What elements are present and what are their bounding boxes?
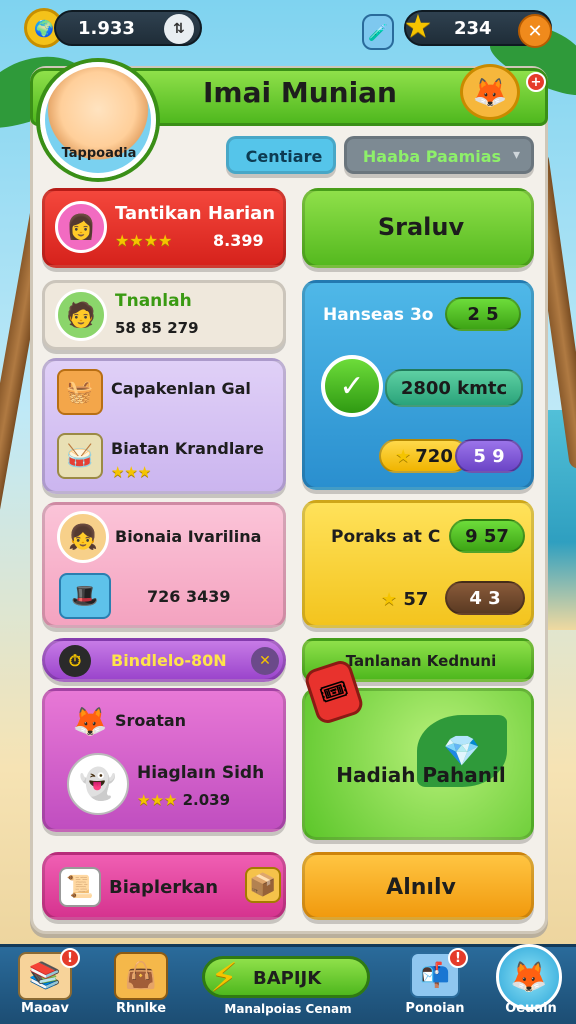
hat-icon: 🎩	[59, 573, 111, 619]
potion-icon[interactable]: 🧪	[362, 14, 394, 50]
daily-task-card[interactable]: 👩 Tantikan Harian ★★★★ 8.399	[42, 188, 286, 268]
primary-action-button[interactable]: Sraluv	[302, 188, 534, 268]
chest-icon: 📦	[245, 867, 281, 903]
social-title-1: Sroatan	[115, 711, 187, 730]
bonus-pill: 9 57	[449, 519, 525, 553]
social-stats: ★★★ 2.039	[137, 791, 231, 809]
swap-icon[interactable]: ⇅	[164, 14, 194, 44]
bonus-pill-2: 4 3	[445, 581, 525, 615]
close-icon[interactable]: ✕	[518, 14, 552, 48]
bonus-label: Poraks at C	[331, 527, 441, 547]
quest-line-2: Biatan Krandlare	[111, 439, 264, 458]
nav-badge-inbox: !	[448, 948, 468, 968]
top-hud: 🌍 1.933 ⇅ 🧪 234 ★ ✕	[0, 6, 576, 50]
nav-item-profile[interactable]: 🦊 Oeuain	[486, 944, 576, 1020]
bonus-value: ★ 57	[381, 589, 429, 610]
basket-icon: 🧺	[57, 369, 103, 415]
nav-label-shop: Rhnlke	[115, 1001, 167, 1016]
daily-title: Tantikan Harian	[115, 203, 276, 224]
progress-bar: 2800 kmtc	[385, 369, 523, 407]
coin-value: 1.933	[78, 17, 135, 39]
notification-badge: +	[526, 72, 546, 92]
center-nav-button[interactable]: ⚡ BAPIJK	[202, 955, 370, 1001]
lightning-icon: ⚡	[209, 955, 239, 1001]
ghost-icon: 👻	[67, 753, 129, 815]
tab-right-label: Haaba Paamias	[362, 147, 502, 166]
quest-stars: ★★★	[111, 463, 152, 481]
bonus-card[interactable]: Poraks at C 9 57 ★ 57 4 3	[302, 500, 534, 628]
star-icon: ★	[403, 7, 433, 45]
progress-pill-1: 2 5	[445, 297, 521, 331]
claim-button[interactable]: Alnılv	[302, 852, 534, 920]
share-button-label: Biaplerkan	[109, 877, 219, 898]
tab-left[interactable]: Centiare	[226, 136, 336, 174]
avatar-girl-icon: 👩	[55, 201, 107, 253]
profile-title: Tnanlah	[115, 291, 192, 311]
avatar-boy-icon: 🧑	[55, 289, 107, 341]
bag-icon: 👜	[114, 952, 168, 1000]
nav-label-inbox: Ponoian	[405, 1001, 465, 1016]
quest-card[interactable]: 🧺 Capakenlan Gal 🥁 Biatan Krandlare ★★★	[42, 358, 286, 494]
progress-card[interactable]: Hanseas 3o 2 5 ✓ 2800 kmtc ★ 720 5 9	[302, 280, 534, 490]
reward-label: Hadiah Pahanil	[336, 763, 506, 787]
nav-item-map[interactable]: 📚 ! Maoav	[0, 948, 90, 1020]
timer-icon: ⏱	[59, 645, 91, 677]
profile-stats: 58 85 279	[115, 319, 199, 337]
event-bar[interactable]: ⏱ Bindlelo-80N ✕	[42, 638, 286, 682]
tab-left-label: Centiare	[245, 147, 323, 166]
drum-icon: 🥁	[57, 433, 103, 479]
profile-card[interactable]: 🧑 Tnanlah 58 85 279	[42, 280, 286, 350]
progress-label: Hanseas 3o	[323, 305, 434, 325]
nav-label-profile: Oeuain	[505, 1001, 557, 1016]
primary-action-label: Sraluv	[377, 213, 465, 241]
nav-item-inbox[interactable]: 📬 ! Ponoian	[390, 948, 480, 1020]
close-small-icon[interactable]: ✕	[251, 647, 279, 675]
scroll-icon: 📜	[59, 867, 101, 907]
mascot-icon[interactable]: 🦊	[460, 64, 520, 120]
claim-button-label: Alnılv	[386, 875, 456, 900]
daily-value: 8.399	[213, 231, 264, 250]
social-card[interactable]: 🦊 Sroatan 👻 Hiaglaın Sidh ★★★ 2.039	[42, 688, 286, 832]
social-title-2: Hiaglaın Sidh	[137, 763, 265, 783]
reward-pill-right: 5 9	[455, 439, 523, 473]
chevron-down-icon: ▾	[513, 147, 521, 163]
collection-value: 726 3439	[147, 587, 231, 606]
nav-item-shop[interactable]: 👜 Rhnlke	[96, 950, 186, 1020]
check-icon: ✓	[321, 355, 383, 417]
tab-right[interactable]: Haaba Paamias ▾	[344, 136, 534, 174]
star-value: 234	[454, 17, 492, 39]
page-title: Imai Munian	[203, 76, 397, 109]
center-nav-label: BAPIJK	[253, 968, 322, 989]
nav-label-map: Maoav	[21, 1001, 69, 1016]
collection-card[interactable]: 👧 Bionaia Ivarilina 🎩 726 3439	[42, 502, 286, 628]
nav-badge-map: !	[60, 948, 80, 968]
fox-icon: 🦊	[72, 704, 108, 738]
quest-line-1: Capakenlan Gal	[111, 379, 251, 398]
avatar-villager-icon: 👧	[57, 511, 109, 563]
daily-stars: ★★★★	[115, 231, 173, 250]
event-bar-label: Bindlelo-80N	[111, 651, 227, 670]
avatar-label: Tappoadia	[61, 146, 137, 161]
share-button[interactable]: 📜 Biaplerkan 📦	[42, 852, 286, 920]
collection-title: Bionaia Ivarilina	[115, 527, 262, 546]
nav-label-center: Manalpoias Cenam	[224, 1002, 352, 1016]
